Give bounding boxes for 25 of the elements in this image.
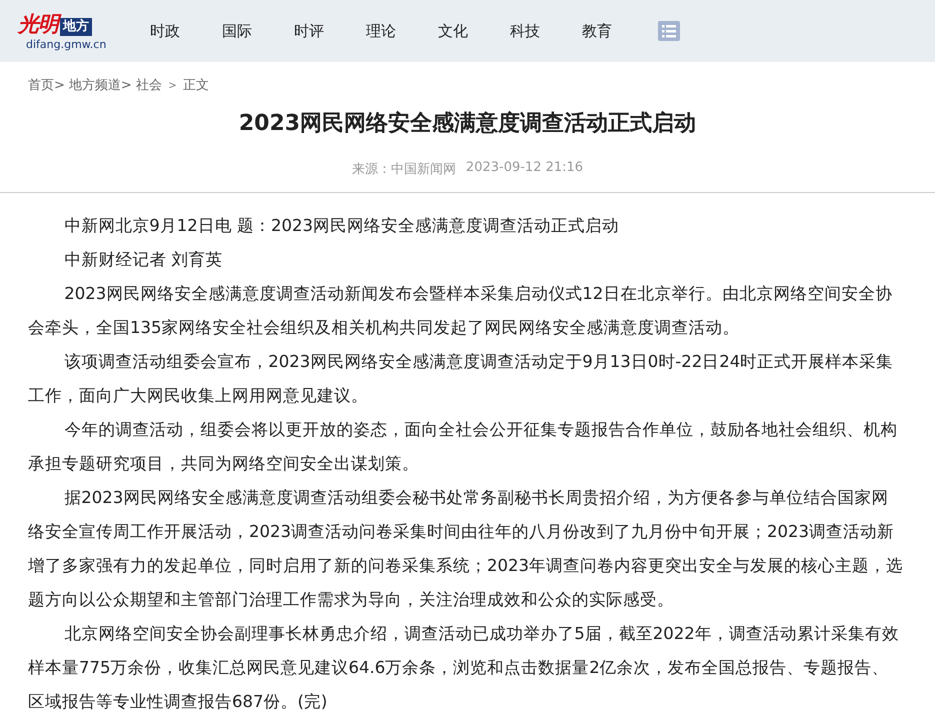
article-title: 2023网民网络安全感满意度调查活动正式启动 bbox=[238, 110, 698, 138]
article-date: 2023-09-12 21:16 bbox=[466, 160, 584, 177]
nav-link[interactable]: 文化 bbox=[438, 22, 510, 40]
article-paragraph: 中新财经记者 刘育英 bbox=[63, 249, 224, 271]
nav-link[interactable]: 科技 bbox=[510, 22, 582, 40]
article-paragraph: 该项调查活动组委会宣布，2023网民网络安全感满意度调查活动定于9月13日0时-22日24时正式开展样本采集工作，面向广大网民收集上网用网意见建议。 bbox=[28, 351, 894, 407]
breadcrumb-link[interactable]: 正文 bbox=[182, 76, 209, 94]
article-paragraph: 中新网北京9月12日电 题：2023网民网络安全感满意度调查活动正式启动 bbox=[63, 215, 620, 237]
nav-link[interactable]: 时评 bbox=[294, 22, 366, 40]
nav-link[interactable]: 理论 bbox=[366, 22, 438, 40]
nav-link[interactable]: 教育 bbox=[582, 22, 654, 40]
menu-icon[interactable] bbox=[658, 21, 680, 41]
breadcrumb-link[interactable]: 首页> bbox=[28, 76, 65, 94]
nav-link[interactable]: 国际 bbox=[222, 22, 294, 40]
logo-badge: 地方 bbox=[60, 18, 92, 36]
breadcrumb-link[interactable]: 社会 bbox=[136, 76, 162, 94]
site-domain: difang.gmw.cn bbox=[26, 38, 108, 50]
article-paragraph: 2023网民网络安全感满意度调查活动新闻发布会暨样本采集启动仪式12日在北京举行。由北京网络空间安全协会牵头，全国135家网络安全社会组织及相关机构共同发起了网民网络安全感满意度调查活动。 bbox=[28, 283, 894, 339]
nav-link[interactable]: 时政 bbox=[150, 22, 222, 40]
article-paragraph: 今年的调查活动，组委会将以更开放的姿态，面向全社会公开征集专题报告合作单位，鼓励各地社会组织、机构承担专题研究项目，共同为网络空间安全出谋划策。 bbox=[28, 419, 898, 475]
breadcrumb-link[interactable]: ＞ bbox=[166, 76, 179, 94]
article-paragraph: 据2023网民网络安全感满意度调查活动组委会秘书处常务副秘书长周贵招介绍，为方便各参与单位结合国家网络安全宣传周工作开展活动，2023调查活动问卷采集时间由往年的八月份改到了九月份中旬开展；2023调查活动新增了多家强有力的发起单位，同时启用了新的问卷采集系统；2023年调查问卷内容更突出安全与发展的核心主题，选题方向以公众期望和主管部门治理工作需求为导向，关注治理成效和公众的实际感受。 bbox=[28, 487, 904, 611]
breadcrumb-link[interactable]: 地方频道> bbox=[68, 76, 132, 94]
article-paragraph: 北京网络空间安全协会副理事长林勇忠介绍，调查活动已成功举办了5届，截至2022年，调查活动累计采集有效样本量775万余份，收集汇总网民意见建议64.6万余条，浏览和点击数据量2亿余次，发布全国总报告、专题报告、区域报告等专业性调查报告687份。(完) bbox=[28, 623, 900, 713]
article-source: 来源：中国新闻网 bbox=[352, 161, 456, 178]
